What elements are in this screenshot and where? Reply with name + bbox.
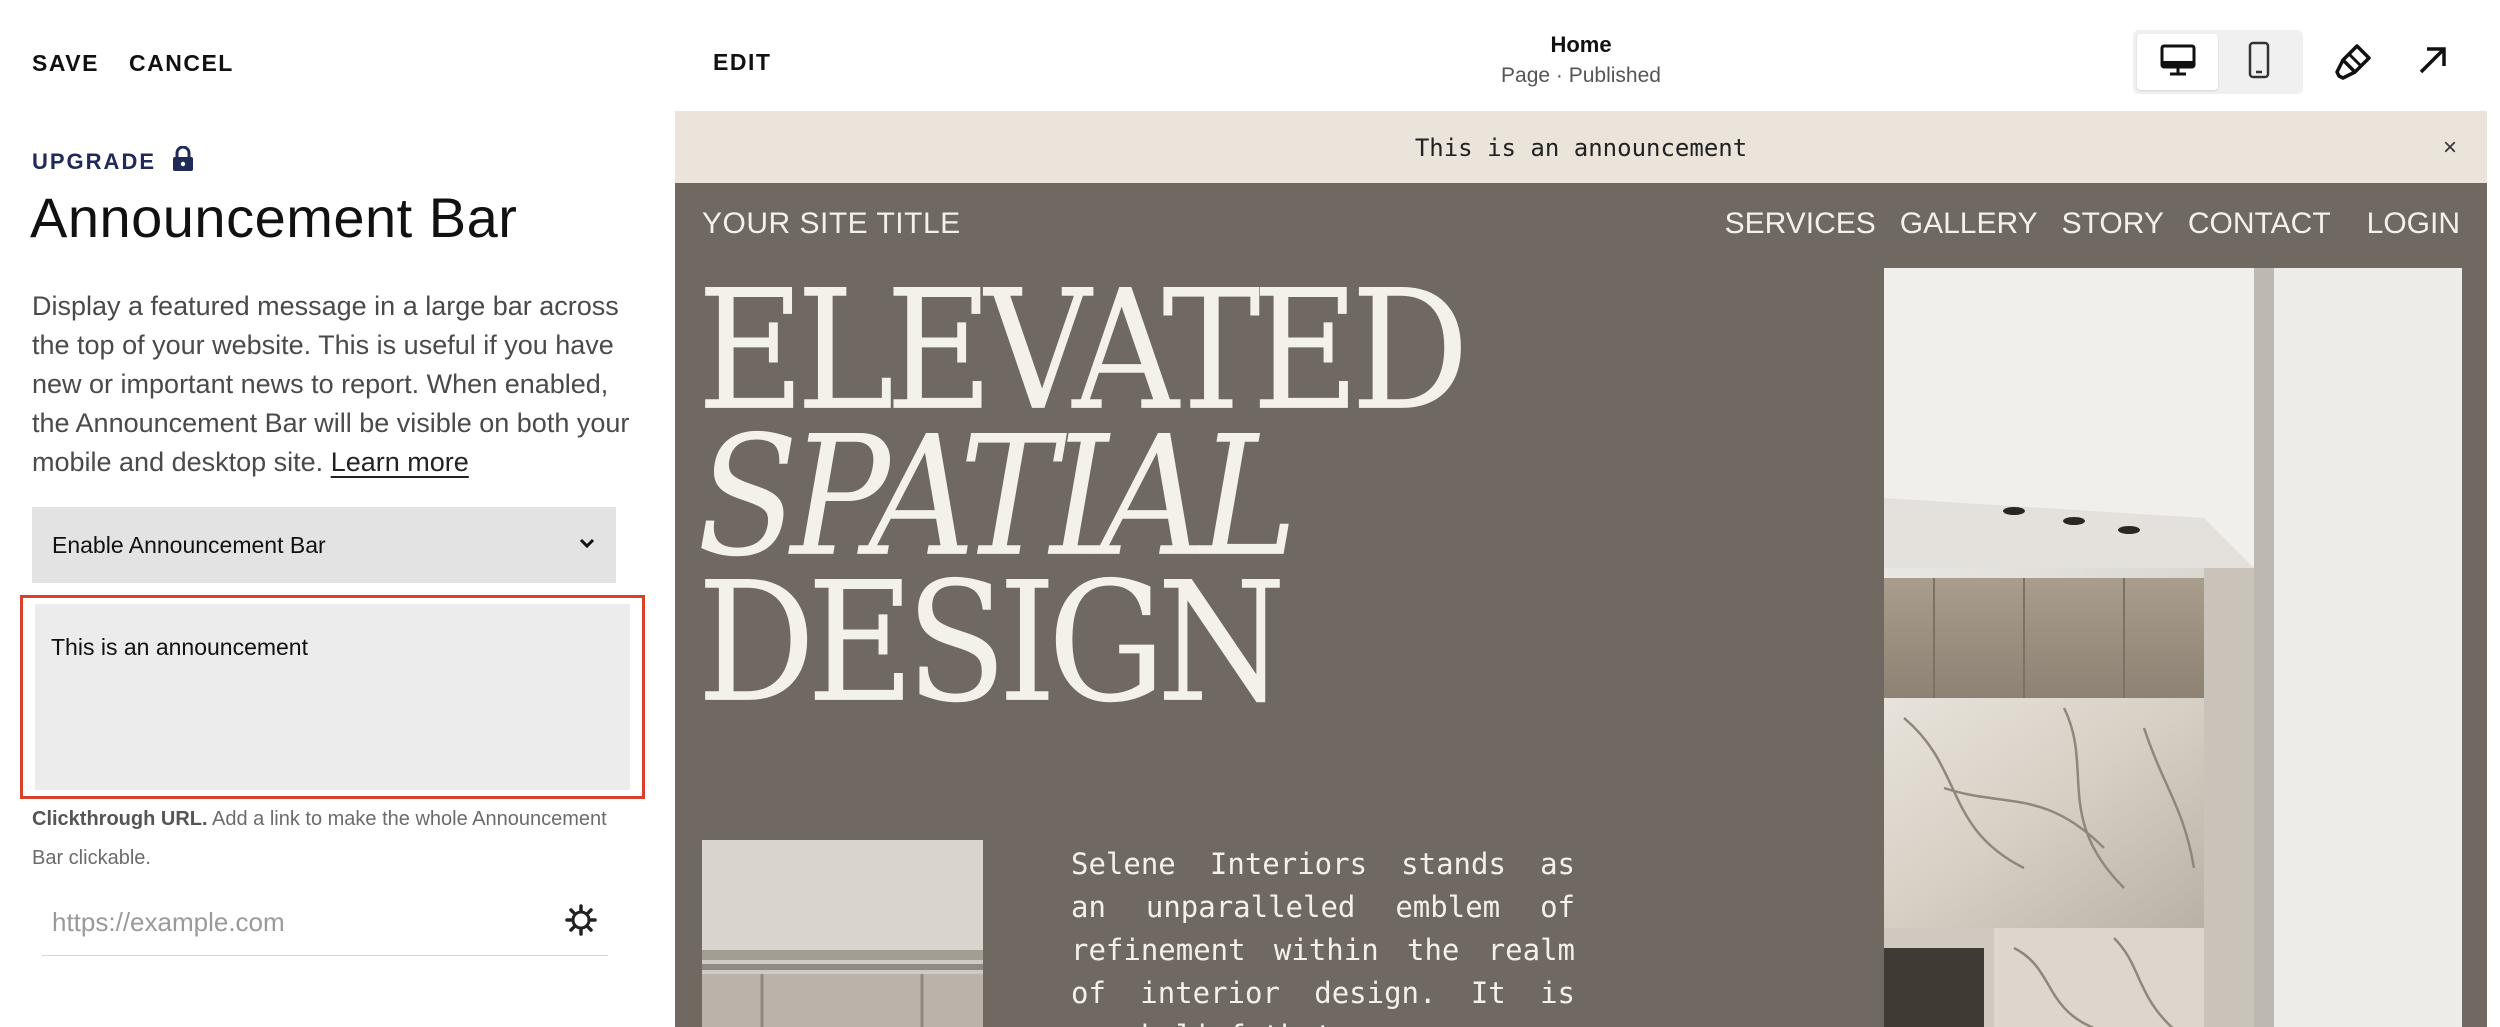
- intro-paragraph: Selene Interiors stands as an unparallel…: [1071, 847, 1575, 1027]
- select-value: Enable Announcement Bar: [52, 531, 326, 558]
- site-nav: SERVICES GALLERY STORY CONTACT LOGIN: [1725, 207, 2460, 241]
- upgrade-label: UPGRADE: [32, 148, 157, 174]
- mobile-view-button[interactable]: [2218, 34, 2299, 90]
- cancel-button[interactable]: CANCEL: [129, 50, 234, 77]
- clickthrough-label: Clickthrough URL.: [32, 808, 208, 830]
- announcement-settings-panel: SAVE CANCEL UPGRADE Announcement Bar Dis…: [0, 0, 675, 1027]
- site-header-section: YOUR SITE TITLE SERVICES GALLERY STORY C…: [675, 183, 2487, 1027]
- lock-icon: [172, 145, 194, 177]
- desktop-icon: [2160, 43, 2196, 82]
- close-icon[interactable]: ×: [2443, 134, 2457, 162]
- desktop-view-button[interactable]: [2137, 34, 2218, 90]
- nav-item-services[interactable]: SERVICES: [1725, 207, 1876, 241]
- announcement-text-highlight: This is an announcement: [20, 595, 645, 799]
- hero-image: [1884, 268, 2462, 1027]
- announcement-textarea[interactable]: This is an announcement: [35, 604, 630, 790]
- save-button[interactable]: SAVE: [32, 50, 99, 77]
- panel-title: Announcement Bar: [30, 186, 518, 249]
- clickthrough-url-field[interactable]: https://example.com: [42, 890, 608, 956]
- announcement-bar[interactable]: This is an announcement ×: [675, 112, 2487, 183]
- hero-line-3: DESIGN: [697, 546, 1286, 740]
- url-input[interactable]: https://example.com: [52, 907, 285, 938]
- upgrade-link[interactable]: UPGRADE: [32, 145, 194, 177]
- device-toggle: [2133, 30, 2303, 94]
- enable-announcement-select[interactable]: Enable Announcement Bar: [32, 507, 616, 583]
- arrow-up-right-icon[interactable]: [2415, 42, 2451, 83]
- preview-toolbar: EDIT Home Page · Published: [675, 14, 2487, 112]
- hero-heading: ELEVATED SPATIAL DESIGN: [697, 268, 1469, 726]
- nav-item-story[interactable]: STORY: [2062, 207, 2164, 241]
- paintbrush-icon[interactable]: [2333, 42, 2373, 87]
- nav-item-contact[interactable]: CONTACT: [2188, 207, 2331, 241]
- gear-icon[interactable]: [564, 903, 598, 942]
- chevron-down-icon: [578, 536, 596, 554]
- announcement-bar-text: This is an announcement: [1414, 133, 1748, 162]
- panel-description: Display a featured message in a large ba…: [32, 287, 632, 482]
- clickthrough-help: Clickthrough URL. Add a link to make the…: [32, 800, 632, 878]
- login-link[interactable]: LOGIN: [2367, 207, 2460, 241]
- learn-more-link[interactable]: Learn more: [331, 447, 469, 477]
- mobile-icon: [2247, 41, 2271, 84]
- site-title[interactable]: YOUR SITE TITLE: [702, 207, 961, 241]
- nav-item-gallery[interactable]: GALLERY: [1900, 207, 2038, 241]
- secondary-image: [702, 840, 983, 1027]
- site-preview: EDIT Home Page · Published This is an an…: [675, 14, 2487, 1027]
